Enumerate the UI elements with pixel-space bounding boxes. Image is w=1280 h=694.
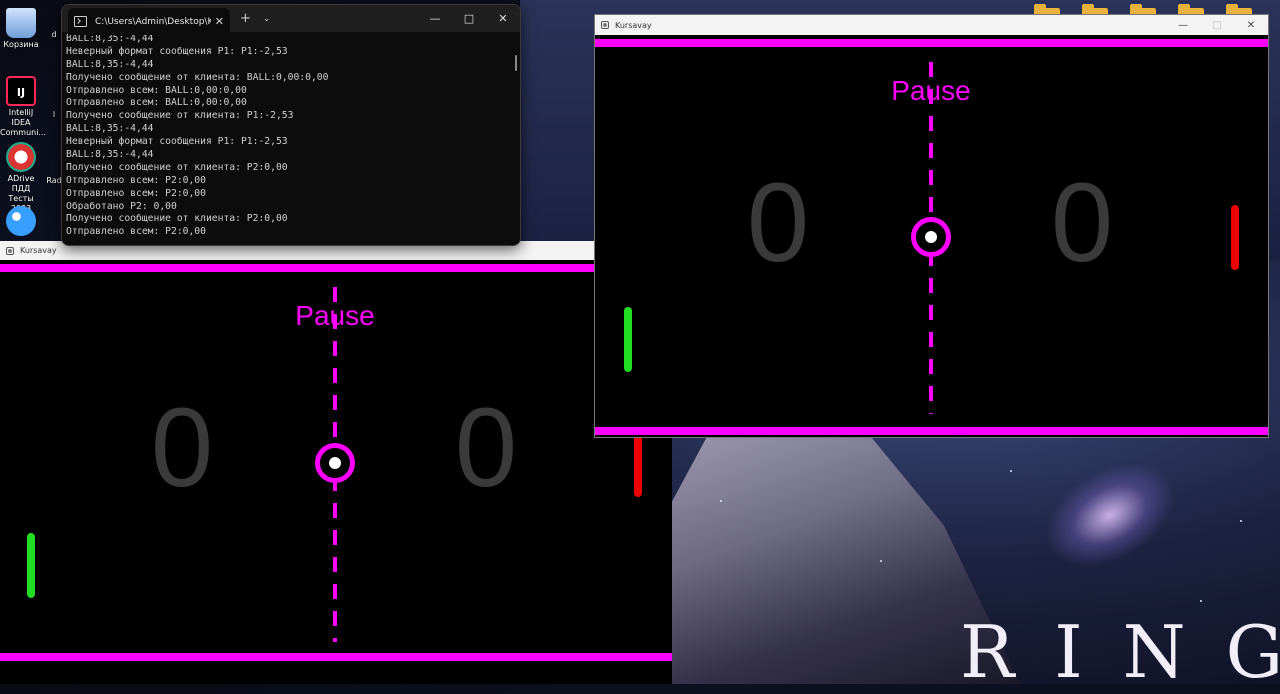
terminal-line: Отправлено всем: P2:0,00 bbox=[66, 226, 206, 238]
right-paddle bbox=[634, 432, 642, 497]
top-wall bbox=[0, 264, 672, 272]
terminal-line: BALL:8,35:-4,44 bbox=[66, 149, 154, 161]
score-left: 0 bbox=[150, 385, 214, 510]
intellij-icon: IJ bbox=[6, 76, 36, 106]
maximize-button[interactable]: □ bbox=[1200, 15, 1234, 35]
wallpaper-title: RING bbox=[960, 610, 1280, 694]
terminal-tab[interactable]: C:\Users\Admin\Desktop\KSIS ✕ bbox=[68, 8, 230, 35]
terminal-line: Получено сообщение от клиента: P2:0,00 bbox=[66, 161, 288, 173]
close-tab-icon[interactable]: ✕ bbox=[215, 15, 224, 28]
desktop-icon-label: Rad bbox=[46, 176, 62, 185]
terminal-line: Получено сообщение от клиента: P1:-2,53 bbox=[66, 110, 294, 122]
terminal-line: Отправлено всем: P2:0,00 bbox=[66, 187, 206, 199]
desktop-icon-label: l bbox=[52, 110, 56, 119]
wallpaper-star bbox=[720, 500, 722, 502]
wallpaper-star bbox=[1010, 470, 1012, 472]
terminal-line: BALL:8,35:-4,44 bbox=[66, 123, 154, 135]
recycle-bin-icon bbox=[6, 8, 36, 38]
ball bbox=[925, 231, 937, 243]
desktop-icon-label: IntelliJ IDEA Communi... bbox=[0, 108, 47, 137]
new-tab-button[interactable]: + bbox=[240, 11, 251, 26]
bottom-wall bbox=[0, 653, 672, 661]
wallpaper-star bbox=[1200, 600, 1202, 602]
terminal-line: Отправлено всем: P2:0,00 bbox=[66, 174, 206, 186]
terminal-tab-title: C:\Users\Admin\Desktop\KSIS bbox=[95, 16, 211, 27]
bottom-wall bbox=[595, 427, 1268, 435]
terminal-line: Получено сообщение от клиента: BALL:0,00… bbox=[66, 71, 329, 83]
game-field[interactable]: Pause 0 0 bbox=[595, 35, 1268, 437]
close-button[interactable]: ✕ bbox=[1234, 15, 1268, 35]
terminal-line: Отправлено всем: BALL:0,00:0,00 bbox=[66, 84, 247, 96]
desktop-icon-recycle-bin[interactable]: Корзина bbox=[0, 8, 42, 50]
terminal-icon bbox=[74, 16, 87, 27]
right-paddle bbox=[1231, 205, 1239, 270]
chevron-down-icon[interactable]: ⌄ bbox=[263, 14, 271, 24]
terminal-line: Получено сообщение от клиента: P2:0,00 bbox=[66, 213, 288, 225]
game-window-right[interactable]: Kursavay — □ ✕ Pause 0 0 bbox=[594, 14, 1269, 438]
score-right: 0 bbox=[1050, 160, 1114, 285]
pause-label: Pause bbox=[891, 75, 971, 106]
top-wall bbox=[595, 39, 1268, 47]
adrive-icon bbox=[6, 142, 36, 172]
close-button[interactable]: ✕ bbox=[486, 5, 520, 32]
app-icon bbox=[601, 21, 609, 29]
terminal-line: BALL:8,35:-4,44 bbox=[66, 58, 154, 70]
terminal-line: Обработано P2: 0,00 bbox=[66, 200, 177, 212]
left-paddle bbox=[624, 307, 632, 372]
minimize-button[interactable]: — bbox=[1166, 15, 1200, 35]
wallpaper-star bbox=[1240, 520, 1242, 522]
desktop-icon-label: d bbox=[51, 30, 57, 39]
game-window-left[interactable]: Kursavay Pause 0 0 bbox=[0, 241, 672, 684]
desktop-icon-app[interactable] bbox=[0, 206, 42, 238]
left-paddle bbox=[27, 533, 35, 598]
app-icon bbox=[6, 206, 36, 236]
terminal-window[interactable]: C:\Users\Admin\Desktop\KSIS ✕ + ⌄ — □ ✕ … bbox=[61, 4, 521, 246]
wallpaper-star bbox=[880, 560, 882, 562]
terminal-output[interactable]: BALL:8,35:-4,44 Неверный формат сообщени… bbox=[62, 32, 520, 239]
wallpaper-galaxy bbox=[1026, 441, 1194, 589]
pause-label: Pause bbox=[295, 300, 375, 331]
terminal-line: Отправлено всем: BALL:0,00:0,00 bbox=[66, 97, 247, 109]
game-window-title: Kursavay bbox=[615, 20, 652, 30]
game-titlebar[interactable]: Kursavay — □ ✕ bbox=[595, 15, 1268, 35]
score-left: 0 bbox=[746, 160, 810, 285]
terminal-line: Неверный формат сообщения P1: P1:-2,53 bbox=[66, 136, 288, 148]
maximize-button[interactable]: □ bbox=[452, 5, 486, 32]
ball bbox=[329, 457, 341, 469]
score-right: 0 bbox=[454, 385, 518, 510]
terminal-line: Неверный формат сообщения P1: P1:-2,53 bbox=[66, 45, 288, 57]
minimize-button[interactable]: — bbox=[418, 5, 452, 32]
desktop-icon-adrive[interactable]: ADrive ПДД Тесты 2023 bbox=[0, 142, 42, 214]
desktop-icon-intellij[interactable]: IJ IntelliJ IDEA Communi... bbox=[0, 76, 46, 138]
game-field[interactable]: Pause 0 0 bbox=[0, 260, 672, 684]
app-icon bbox=[6, 246, 14, 255]
desktop-icon-label: Корзина bbox=[3, 40, 39, 49]
game-window-title: Kursavay bbox=[20, 246, 57, 255]
terminal-titlebar[interactable]: C:\Users\Admin\Desktop\KSIS ✕ + ⌄ — □ ✕ bbox=[62, 5, 520, 35]
terminal-scrollbar[interactable] bbox=[515, 55, 517, 71]
